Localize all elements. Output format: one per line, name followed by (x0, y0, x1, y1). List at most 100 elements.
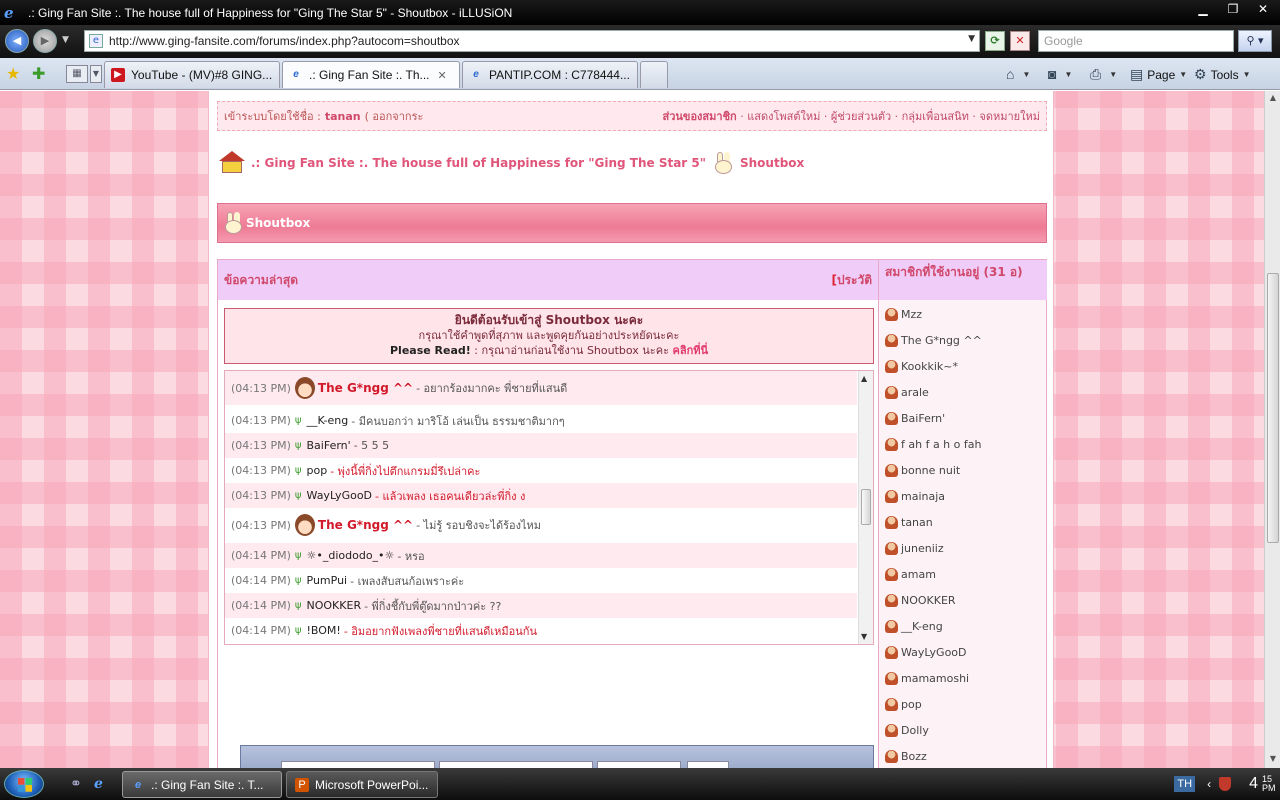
member-item[interactable]: f ah f a h o fah (885, 438, 981, 451)
refresh-button[interactable]: ⟳ (985, 31, 1005, 51)
member-item[interactable]: amam (885, 568, 936, 581)
member-item[interactable]: juneniiz (885, 542, 944, 555)
member-item[interactable]: pop (885, 698, 922, 711)
gear-icon: ⚙ (1194, 66, 1207, 82)
message-user[interactable]: WayLyGooD (307, 489, 373, 502)
tab-pantip[interactable]: e PANTIP.COM : C778444... (462, 61, 638, 88)
scroll-up-icon[interactable]: ▲ (861, 374, 867, 383)
member-item[interactable]: WayLyGooD (885, 646, 967, 659)
message-scrollbar[interactable]: ▲ ▼ (858, 371, 873, 644)
language-indicator[interactable]: TH (1174, 776, 1196, 792)
close-button[interactable]: ✕ (1250, 0, 1276, 18)
option-select[interactable] (687, 761, 729, 768)
sprout-icon: ψ (294, 415, 302, 426)
breadcrumb-shoutbox-link[interactable]: Shoutbox (740, 156, 804, 170)
color-select[interactable] (439, 761, 593, 768)
message-user[interactable]: __K-eng (307, 414, 349, 427)
quick-tabs-icon[interactable]: ▦ (66, 65, 88, 83)
print-button[interactable]: ⎙ ▼ (1090, 66, 1117, 83)
user-icon (885, 724, 898, 737)
font-select[interactable] (281, 761, 435, 768)
scroll-up-icon[interactable]: ▲ (1267, 93, 1279, 105)
address-dropdown-icon[interactable]: ▼ (968, 34, 975, 44)
size-select[interactable] (597, 761, 681, 768)
home-button[interactable]: ⌂ ▼ (1006, 66, 1030, 82)
stop-button[interactable]: ✕ (1010, 31, 1030, 51)
task-powerpoint[interactable]: P Microsoft PowerPoi... (286, 771, 438, 798)
message-user[interactable]: pop (307, 464, 328, 477)
member-item[interactable]: BaiFern' (885, 412, 945, 425)
message-user[interactable]: The G*ngg ^^ (318, 381, 413, 395)
message-user[interactable]: The G*ngg ^^ (318, 518, 413, 532)
message-row: (04:13 PM) ψ pop - พุ่งนี้พี่กิ่งไปตึกแก… (231, 464, 481, 478)
search-input[interactable]: Google (1038, 30, 1234, 52)
member-item[interactable]: arale (885, 386, 929, 399)
breadcrumb-site-link[interactable]: .: Ging Fan Site :. The house full of Ha… (251, 156, 706, 170)
member-item[interactable]: mamamoshi (885, 672, 969, 685)
close-tab-icon[interactable]: ✕ (438, 69, 447, 82)
shout-editor-toolbar[interactable] (240, 745, 874, 768)
tab-youtube[interactable]: ▶ YouTube - (MV)#8 GING... (104, 61, 280, 88)
start-button[interactable] (4, 770, 44, 798)
task-ie[interactable]: e .: Ging Fan Site :. T... (122, 771, 282, 798)
clock-minutes: 15 PM (1262, 774, 1276, 793)
logout-link[interactable]: ( ออกจากระ (365, 107, 424, 125)
back-button[interactable]: ◀ (5, 29, 29, 53)
ie-quicklaunch-icon[interactable]: e (94, 776, 103, 792)
scroll-down-icon[interactable]: ▼ (1267, 754, 1279, 766)
ie-icon: e (134, 778, 142, 791)
add-favorites-icon[interactable]: ✚ (32, 64, 45, 83)
member-item[interactable]: The G*ngg ^^ (885, 334, 982, 347)
page-scroll-thumb[interactable] (1267, 273, 1279, 543)
admin-avatar-icon (294, 377, 315, 399)
feeds-button[interactable]: ◙ ▼ (1048, 66, 1072, 82)
url-text[interactable]: http://www.ging-fansite.com/forums/index… (109, 34, 460, 48)
member-item[interactable]: mainaja (885, 490, 945, 503)
home-icon: ⌂ (1006, 66, 1015, 82)
user-icon (885, 438, 898, 451)
forward-button[interactable]: ▶ (33, 29, 57, 53)
show-hidden-icons-icon[interactable]: ‹ (1207, 777, 1211, 791)
message-user[interactable]: NOOKKER (307, 599, 362, 612)
message-user[interactable]: !BOM! (307, 624, 341, 637)
message-user[interactable]: ☼•_diododo_•☼ (307, 549, 395, 562)
clock[interactable]: 4 (1249, 775, 1258, 793)
scroll-down-icon[interactable]: ▼ (861, 632, 867, 641)
search-button[interactable]: ⚲ ▾ (1238, 30, 1272, 52)
quicklaunch-icon[interactable]: ⚭ (70, 776, 82, 792)
address-bar[interactable]: e http://www.ging-fansite.com/forums/ind… (84, 30, 980, 52)
user-icon (885, 334, 898, 347)
powerpoint-icon: P (295, 777, 309, 792)
minimize-button[interactable]: ▁ (1190, 0, 1216, 18)
history-link[interactable]: [ประวัติ (831, 271, 872, 290)
rules-link[interactable]: คลิกที่นี่ (672, 344, 708, 357)
member-item[interactable]: tanan (885, 516, 933, 529)
user-icon (885, 464, 898, 477)
tools-menu[interactable]: ⚙ Tools ▼ (1194, 66, 1251, 83)
recent-pages-dropdown-icon[interactable]: ▼ (62, 35, 69, 45)
member-item[interactable]: Kookkik~* (885, 360, 958, 373)
new-tab-button[interactable] (640, 61, 668, 88)
page-scrollbar[interactable]: ▲ ▼ (1264, 91, 1280, 768)
maximize-button[interactable]: ❐ (1220, 0, 1246, 18)
message-user[interactable]: BaiFern' (307, 439, 351, 452)
favorites-star-icon[interactable]: ★ (6, 64, 20, 83)
member-item[interactable]: Mzz (885, 308, 922, 321)
member-item[interactable]: Bozz (885, 750, 927, 763)
page-menu[interactable]: ▤ Page ▼ (1130, 66, 1187, 83)
member-item[interactable]: NOOKKER (885, 594, 956, 607)
member-item[interactable]: bonne nuit (885, 464, 960, 477)
security-shield-icon[interactable] (1219, 777, 1232, 791)
tab-list-dropdown-icon[interactable]: ▼ (90, 65, 102, 83)
member-item[interactable]: __K-eng (885, 620, 943, 633)
message-user[interactable]: PumPui (307, 574, 348, 587)
member-links: ส่วนของสมาชิก · แสดงโพสต์ใหม่ · ผู้ช่วยส… (662, 110, 1040, 123)
shoutbox-panel: ข้อความล่าสุด [ประวัติ ยินดีต้อนรับเข้าส… (217, 259, 1047, 768)
sprout-icon: ψ (294, 600, 302, 611)
member-area-link[interactable]: ส่วนของสมาชิก (663, 110, 737, 123)
tab-ging-fansite[interactable]: e .: Ging Fan Site :. Th... ✕ (282, 61, 460, 88)
member-item[interactable]: Dolly (885, 724, 929, 737)
message-list[interactable]: (04:13 PM) The G*ngg ^^ - อยากร้องมากคะ … (224, 370, 874, 645)
logged-in-user[interactable]: tanan (325, 110, 361, 123)
scroll-thumb[interactable] (861, 489, 871, 525)
